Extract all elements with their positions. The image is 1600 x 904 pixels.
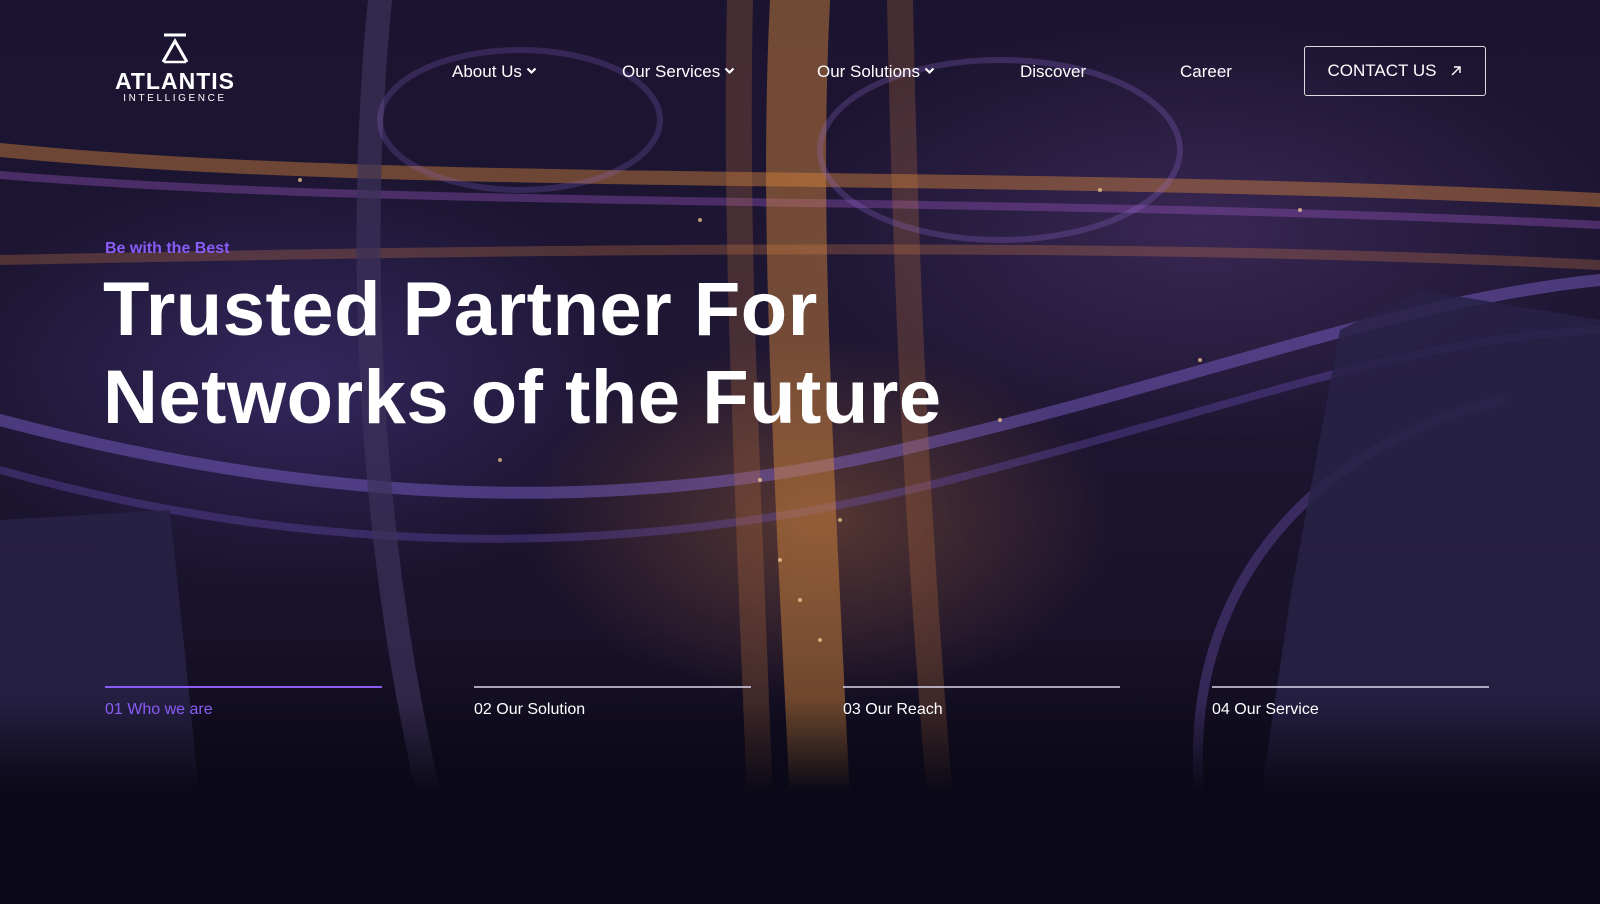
nav-item-our-solutions[interactable]: Our Solutions — [817, 60, 935, 84]
contact-us-button[interactable]: CONTACT US — [1304, 46, 1486, 96]
nav-item-label: Career — [1180, 62, 1232, 81]
hero-headline-line-1: Trusted Partner For — [103, 267, 818, 352]
nav-item-career[interactable]: Career — [1180, 60, 1232, 84]
chevron-down-icon — [526, 67, 537, 75]
tab-our-solution[interactable]: 02 Our Solution — [474, 686, 751, 720]
tab-progress-rule — [474, 686, 751, 688]
nav-item-label: Our Services — [622, 62, 721, 81]
arrow-up-right-icon — [1451, 66, 1462, 76]
nav-item-about-us[interactable]: About Us — [452, 60, 537, 84]
tab-our-service[interactable]: 04 Our Service — [1212, 686, 1489, 720]
tab-our-reach[interactable]: 03 Our Reach — [843, 686, 1120, 720]
contact-us-label: CONTACT US — [1327, 61, 1437, 80]
tab-label: 04 Our Service — [1212, 701, 1319, 718]
nav-item-our-services[interactable]: Our Services — [622, 60, 735, 84]
nav-item-label: About Us — [452, 62, 522, 81]
nav-item-label: Our Solutions — [817, 62, 920, 81]
hero-headline-line-2: Networks of the Future — [103, 355, 942, 440]
nav-item-discover[interactable]: Discover — [1020, 60, 1086, 84]
hero-eyebrow: Be with the Best — [105, 240, 230, 257]
tab-label: 01 Who we are — [105, 701, 213, 718]
chevron-down-icon — [924, 67, 935, 75]
chevron-down-icon — [724, 67, 735, 75]
nav-item-label: Discover — [1020, 62, 1087, 81]
tab-progress-rule — [105, 686, 382, 688]
tab-who-we-are[interactable]: 01 Who we are — [105, 686, 382, 720]
logo-tagline: INTELLIGENCE — [123, 93, 227, 104]
tab-progress-rule — [843, 686, 1120, 688]
hero-section: ATLANTIS INTELLIGENCE About Us Our Servi… — [0, 0, 1600, 904]
tab-label: 03 Our Reach — [843, 701, 943, 718]
tab-progress-rule — [1212, 686, 1489, 688]
hero-headline: Trusted Partner For Networks of the Futu… — [103, 266, 942, 442]
bottom-gradient-fade — [0, 700, 1600, 904]
tab-label: 02 Our Solution — [474, 701, 586, 718]
